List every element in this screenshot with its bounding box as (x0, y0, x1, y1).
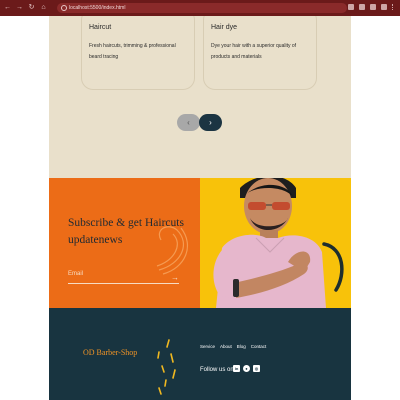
footer-link-about[interactable]: About (220, 344, 232, 349)
carousel-controls: ‹ › (177, 114, 222, 131)
service-card-title: Hair dye (211, 24, 238, 31)
dash-decoration (157, 339, 176, 395)
footer-brand[interactable]: OD Barber-Shop (83, 348, 137, 357)
man-portrait (213, 178, 326, 308)
service-card-description: Fresh haircuts, trimming & professional … (89, 43, 176, 60)
email-input[interactable]: Email (68, 271, 83, 277)
url-text: localhost:5500/index.html (69, 5, 126, 11)
github-icon[interactable]: ● (243, 365, 250, 372)
service-card-haircut: Haircut Fresh haircuts, trimming & profe… (81, 16, 195, 90)
social-links: in ● ◎ (233, 365, 260, 372)
carousel-prev-button[interactable]: ‹ (177, 114, 200, 131)
follow-label: Follow us on: (200, 367, 236, 373)
service-card-description: Dye your hair with a superior quality of… (211, 43, 297, 60)
footer-link-contact[interactable]: Contact (251, 344, 267, 349)
reload-icon[interactable]: ↻ (28, 4, 35, 11)
linkedin-icon[interactable]: in (233, 365, 240, 372)
back-icon[interactable]: ← (4, 4, 11, 11)
home-icon[interactable]: ⌂ (40, 4, 47, 11)
site-info-icon[interactable] (61, 5, 67, 11)
instagram-icon[interactable]: ◎ (253, 365, 260, 372)
extension-icon[interactable] (348, 4, 354, 10)
model-photo (200, 178, 351, 308)
subscribe-title: Subscribe & get Haircuts updatenews (68, 217, 184, 246)
email-underline (68, 283, 179, 284)
service-card-title: Haircut (89, 24, 112, 31)
menu-icon[interactable] (392, 4, 396, 10)
footer: OD Barber-Shop Service About Blog Contac… (49, 308, 351, 400)
footer-links: Service About Blog Contact (200, 344, 266, 349)
extension-icon[interactable] (370, 4, 376, 10)
services-section: Haircut Fresh haircuts, trimming & profe… (49, 16, 351, 178)
browser-nav: ← → ↻ ⌂ (4, 4, 47, 11)
page: Haircut Fresh haircuts, trimming & profe… (49, 16, 351, 400)
service-card-hair-dye: Hair dye Dye your hair with a superior q… (203, 16, 317, 90)
profile-icon[interactable] (381, 4, 387, 10)
forward-icon[interactable]: → (16, 4, 23, 11)
carousel-next-button[interactable]: › (199, 114, 222, 131)
arrow-right-icon[interactable]: → (171, 273, 179, 282)
address-bar[interactable]: localhost:5500/index.html (57, 3, 347, 13)
footer-link-service[interactable]: Service (200, 344, 215, 349)
footer-link-blog[interactable]: Blog (237, 344, 246, 349)
browser-toolbar-icons (348, 4, 396, 10)
browser-chrome: ← → ↻ ⌂ localhost:5500/index.html (0, 0, 400, 16)
subscribe-section: Subscribe & get Haircuts updatenews Emai… (49, 178, 200, 308)
extension-icon[interactable] (359, 4, 365, 10)
